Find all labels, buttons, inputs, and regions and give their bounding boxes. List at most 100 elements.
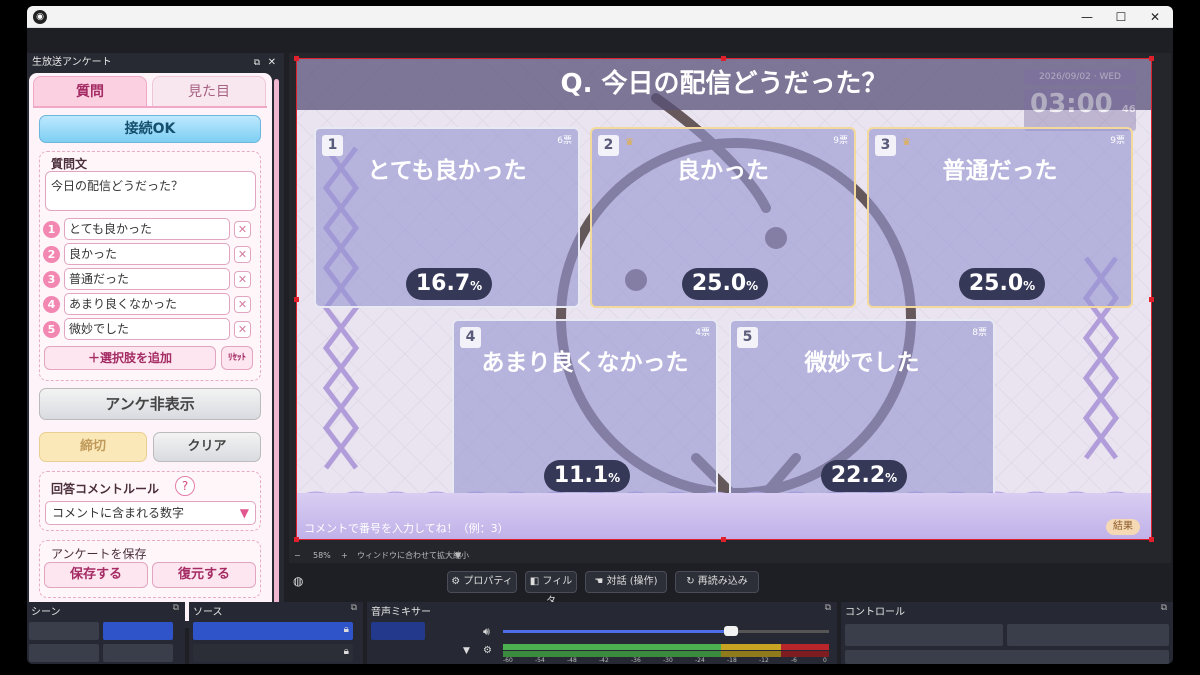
close-window-button[interactable]: ✕ [1138, 6, 1172, 28]
poll-dock: 生放送アンケート ⧉ ✕ 質問 見た目 接続OK 質問文 今日の配信どうだった？… [27, 53, 284, 628]
reload-label: 再読み込み [697, 576, 748, 587]
restore-button[interactable]: 復元する [152, 562, 256, 588]
properties-label: プロパティ [463, 576, 513, 587]
delete-option-button[interactable]: ✕ [234, 246, 251, 263]
resize-handle[interactable] [1149, 297, 1154, 302]
delete-option-button[interactable]: ✕ [234, 271, 251, 288]
scene-item[interactable] [29, 644, 99, 662]
minimize-button[interactable]: — [1070, 6, 1104, 28]
interact-button[interactable]: ☚ 対話 (操作) [585, 571, 667, 593]
interact-label: 対話 (操作) [606, 576, 658, 587]
save-button[interactable]: 保存する [44, 562, 148, 588]
clear-button[interactable]: クリア [153, 432, 261, 462]
maximize-button[interactable]: ☐ [1104, 6, 1138, 28]
mixer-title: 音声ミキサー [371, 607, 431, 618]
meter-tick-label: -18 [727, 657, 737, 664]
obs-icon: ◉ [33, 10, 47, 24]
mixer-settings-icon[interactable]: ⚙ [483, 645, 492, 656]
comment-rule-select[interactable]: コメントに含まれる数字 ▼ [45, 501, 256, 525]
meter-scale: -60 -54 -48 -42 -36 -30 -24 -18 -12 -6 0 [503, 657, 829, 664]
volume-fill [503, 630, 732, 633]
help-icon[interactable]: ? [175, 476, 195, 496]
zoom-out-button[interactable]: − [294, 548, 301, 564]
question-label: 質問文 [51, 157, 88, 171]
dock-scrollbar[interactable] [274, 79, 279, 609]
option-row: 2 良かった ✕ [43, 243, 256, 265]
delete-option-button[interactable]: ✕ [234, 296, 251, 313]
comment-rule-value: コメントに含まれる数字 [52, 506, 185, 520]
scene-item-selected[interactable] [103, 622, 173, 640]
undock-icon[interactable]: ⧉ [254, 53, 260, 73]
undock-icon[interactable]: ⧉ [825, 603, 831, 613]
poll-dock-title: 生放送アンケート ⧉ ✕ [27, 53, 284, 73]
source-item[interactable]: 🔒︎ [193, 644, 353, 662]
sources-title: ソース [193, 607, 223, 618]
option-row: 4 あまり良くなかった ✕ [43, 293, 256, 315]
option-number: 5 [43, 321, 60, 338]
undock-icon[interactable]: ⧉ [173, 603, 179, 613]
filters-button[interactable]: ◧ フィルタ [525, 571, 577, 607]
close-dock-icon[interactable]: ✕ [268, 53, 276, 73]
source-item-selected[interactable]: 🔒︎ [193, 622, 353, 640]
option-input[interactable]: 普通だった [64, 268, 230, 290]
globe-icon: ◍ [293, 574, 304, 588]
zoom-dropdown-icon[interactable]: ▼ [455, 548, 461, 564]
obs-main: 生放送アンケート ⧉ ✕ 質問 見た目 接続OK 質問文 今日の配信どうだった？… [27, 28, 1173, 664]
scene-item[interactable] [29, 622, 99, 640]
connect-button[interactable]: 接続OK [39, 115, 261, 143]
scenes-title: シーン [31, 607, 61, 618]
lock-icon[interactable]: 🔒︎ [344, 624, 349, 635]
option-row: 1 とても良かった ✕ [43, 218, 256, 240]
control-button[interactable] [845, 624, 1003, 646]
collapse-arrow-icon[interactable]: ▼ [463, 646, 470, 656]
undock-icon[interactable]: ⧉ [351, 603, 357, 613]
tab-question[interactable]: 質問 [33, 76, 147, 107]
control-button[interactable] [845, 650, 1169, 664]
option-row: 5 微妙でした ✕ [43, 318, 256, 340]
question-input[interactable]: 今日の配信どうだった？ [45, 171, 256, 211]
mixer-channel-name [371, 622, 425, 640]
volume-knob[interactable] [724, 626, 739, 636]
zoom-in-button[interactable]: + [341, 548, 348, 564]
resize-handle[interactable] [1149, 537, 1154, 542]
zoom-bar: − 58% + ウィンドウに合わせて拡大縮小 ▼ [289, 548, 1171, 564]
option-number: 1 [43, 221, 60, 238]
tab-look[interactable]: 見た目 [152, 76, 266, 107]
scene-item[interactable] [103, 644, 173, 662]
resize-handle[interactable] [294, 56, 299, 61]
option-input[interactable]: とても良かった [64, 218, 230, 240]
resize-handle[interactable] [721, 56, 726, 61]
reset-button[interactable]: ﾘｾｯﾄ [221, 346, 253, 370]
properties-button[interactable]: ⚙ プロパティ [447, 571, 517, 593]
meter-tick-label: -12 [759, 657, 769, 664]
delete-option-button[interactable]: ✕ [234, 321, 251, 338]
resize-handle[interactable] [721, 537, 726, 542]
option-number: 2 [43, 246, 60, 263]
hide-poll-button[interactable]: アンケ非表示 [39, 388, 261, 420]
scenes-dock: シーン ⧉ [27, 602, 185, 664]
add-option-button[interactable]: ＋選択肢を追加 [44, 346, 216, 370]
resize-handle[interactable] [1149, 56, 1154, 61]
reload-button[interactable]: ↻ 再読み込み [675, 571, 759, 593]
zoom-level: 58% [313, 551, 331, 560]
obs-window: ◉ — ☐ ✕ 生放送アンケート ⧉ ✕ 質問 見た目 接続OK 質問文 今日の… [27, 6, 1173, 664]
filter-icon: ◧ [529, 576, 540, 587]
meter-tick-label: -6 [791, 657, 797, 664]
controls-dock: コントロール ⧉ [841, 602, 1173, 664]
option-input[interactable]: 良かった [64, 243, 230, 265]
volume-slider[interactable] [503, 626, 829, 636]
option-input[interactable]: 微妙でした [64, 318, 230, 340]
source-selection-frame[interactable] [296, 58, 1152, 540]
close-poll-button[interactable]: 締切 [39, 432, 147, 462]
resize-handle[interactable] [294, 297, 299, 302]
resize-handle[interactable] [294, 537, 299, 542]
delete-option-button[interactable]: ✕ [234, 221, 251, 238]
speaker-icon[interactable]: 🔊︎ [483, 625, 490, 639]
zoom-mode[interactable]: ウィンドウに合わせて拡大縮小 [357, 548, 469, 564]
meter-tick-label: -54 [535, 657, 545, 664]
meter-tick-label: -30 [663, 657, 673, 664]
control-button[interactable] [1007, 624, 1169, 646]
lock-icon[interactable]: 🔒︎ [344, 646, 349, 657]
undock-icon[interactable]: ⧉ [1161, 603, 1167, 613]
option-input[interactable]: あまり良くなかった [64, 293, 230, 315]
